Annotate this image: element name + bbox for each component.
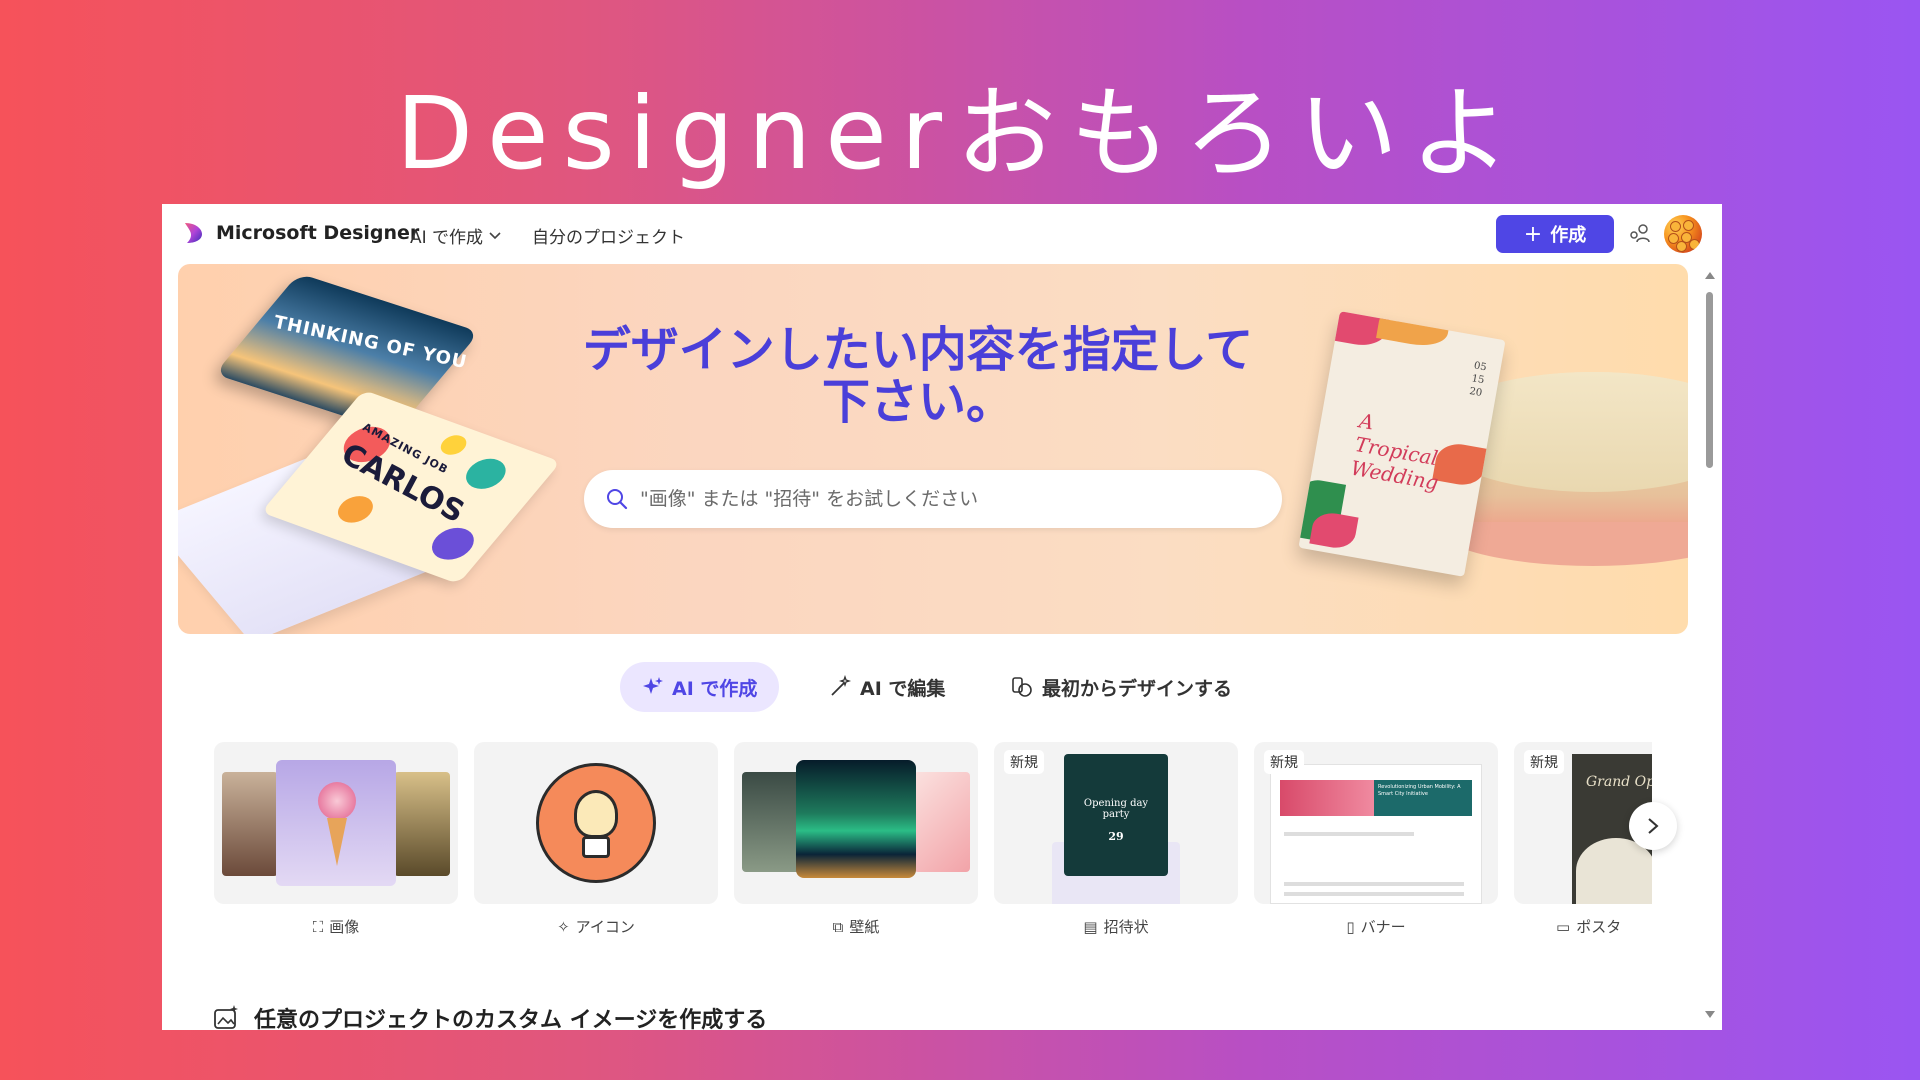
- mode-tabs: AI で作成 AI で編集 最初からデザインする: [162, 658, 1722, 714]
- invitation-thumb-title: Opening day: [1083, 798, 1149, 809]
- search-icon: [607, 489, 628, 510]
- create-button-label: 作成: [1550, 225, 1587, 246]
- sparkle-icon: [643, 677, 663, 694]
- invitation-thumb-date: 29: [1108, 830, 1124, 843]
- plus-icon: +: [1523, 221, 1543, 247]
- nav-my-projects[interactable]: 自分のプロジェクト: [532, 223, 685, 248]
- designer-logo-icon[interactable]: [182, 221, 204, 245]
- vertical-scrollbar[interactable]: [1703, 266, 1717, 1022]
- category-card-icon[interactable]: ✧ アイコン: [474, 742, 718, 937]
- chevron-down-icon: [489, 231, 501, 239]
- invitation-icon: ▤: [1083, 917, 1098, 936]
- poster-icon: ▭: [1556, 917, 1571, 936]
- category-label-banner-text: バナー: [1360, 918, 1406, 936]
- image-sparkle-icon: [214, 1005, 238, 1029]
- icon-thumbnail: [474, 742, 718, 904]
- create-button[interactable]: + 作成: [1496, 215, 1614, 253]
- category-label-poster: ▭ ポスタ: [1514, 916, 1652, 937]
- category-card-invitation[interactable]: Opening day party 29 新規 ▤ 招待状: [994, 742, 1238, 937]
- scroll-down-arrow-icon[interactable]: [1705, 1011, 1715, 1018]
- user-avatar[interactable]: [1664, 215, 1702, 253]
- category-label-image-text: 画像: [329, 918, 360, 936]
- image-thumbnail: [214, 742, 458, 904]
- magic-wand-icon: [831, 675, 852, 696]
- tab-ai-create-label: AI で作成: [672, 677, 758, 700]
- tab-ai-edit[interactable]: AI で編集: [828, 662, 945, 712]
- image-plus-icon: ⛶: [312, 917, 324, 936]
- tab-design-from-scratch-label: 最初からデザインする: [1042, 677, 1233, 700]
- category-label-wallpaper: ⧉ 壁紙: [734, 916, 978, 937]
- invitation-thumb-subtitle: party: [1102, 809, 1130, 820]
- category-card-banner[interactable]: Revolutionizing Urban Mobility: A Smart …: [1254, 742, 1498, 937]
- banner-icon: ▯: [1346, 917, 1355, 936]
- custom-image-section-header: 任意のプロジェクトのカスタム イメージを作成する: [212, 1002, 767, 1030]
- hero-headline-line1: デザインしたい内容を指定して: [582, 322, 1254, 378]
- banner-thumb-text: Revolutionizing Urban Mobility: A Smart …: [1374, 780, 1472, 816]
- hero-banner: THINKING OF YOU AMAZING JOB CARLOS デザインし…: [178, 264, 1688, 634]
- category-label-image: ⛶ 画像: [214, 916, 458, 937]
- invite-date-text: 05 15 20: [1468, 359, 1487, 400]
- new-badge: 新規: [1004, 750, 1044, 774]
- category-label-invitation: ▤ 招待状: [994, 916, 1238, 937]
- new-badge: 新規: [1524, 750, 1564, 774]
- category-card-image[interactable]: ⛶ 画像: [214, 742, 458, 937]
- chevron-right-icon: [1648, 818, 1659, 834]
- new-badge: 新規: [1264, 750, 1304, 774]
- shapes-icon: [1012, 677, 1032, 697]
- invite-date: 05 15 20: [1468, 360, 1488, 400]
- top-bar: Microsoft Designer AI で作成 自分のプロジェクト + 作成: [162, 204, 1722, 262]
- wallpaper-icon: ⧉: [832, 917, 844, 936]
- category-label-icon-text: アイコン: [575, 918, 635, 936]
- people-share-icon[interactable]: [1628, 223, 1652, 245]
- hero-headline-line2: 下さい。: [821, 374, 1014, 430]
- tab-ai-create[interactable]: AI で作成: [620, 662, 780, 712]
- icon-sparkle-icon: ✧: [557, 917, 570, 936]
- category-label-banner: ▯ バナー: [1254, 916, 1498, 937]
- section-title-text: 任意のプロジェクトのカスタム イメージを作成する: [254, 1008, 768, 1030]
- designer-window: Microsoft Designer AI で作成 自分のプロジェクト + 作成…: [162, 204, 1722, 1030]
- brand-name[interactable]: Microsoft Designer: [216, 222, 419, 244]
- carousel-next-button[interactable]: [1629, 802, 1677, 850]
- scroll-thumb[interactable]: [1706, 292, 1713, 468]
- tab-ai-edit-label: AI で編集: [860, 677, 946, 700]
- category-label-icon: ✧ アイコン: [474, 916, 718, 937]
- category-label-invitation-text: 招待状: [1103, 918, 1149, 936]
- category-card-wallpaper[interactable]: ⧉ 壁紙: [734, 742, 978, 937]
- scroll-up-arrow-icon[interactable]: [1705, 272, 1715, 279]
- category-carousel: ⛶ 画像 ✧ アイコン ⧉ 壁紙 Opening day party 29 新規…: [214, 742, 1652, 952]
- category-card-poster[interactable]: Grand Open 新規 ▭ ポスタ: [1514, 742, 1652, 937]
- wallpaper-thumbnail: [734, 742, 978, 904]
- poster-thumb-title: Grand Open: [1586, 774, 1652, 790]
- hero-headline: デザインしたい内容を指定して 下さい。: [568, 324, 1268, 428]
- prompt-input[interactable]: [640, 488, 1282, 510]
- slide-title: Designerおもろいよ: [396, 75, 1524, 192]
- prompt-search-box[interactable]: [584, 470, 1282, 528]
- invite-title: A Tropical Wedding: [1349, 408, 1449, 494]
- nav-ai-create-label: AI で作成: [410, 228, 484, 248]
- tab-design-from-scratch[interactable]: 最初からデザインする: [1010, 662, 1232, 712]
- nav-ai-create-menu[interactable]: AI で作成: [410, 223, 501, 248]
- category-label-poster-text: ポスタ: [1576, 918, 1622, 936]
- category-label-wallpaper-text: 壁紙: [849, 918, 880, 936]
